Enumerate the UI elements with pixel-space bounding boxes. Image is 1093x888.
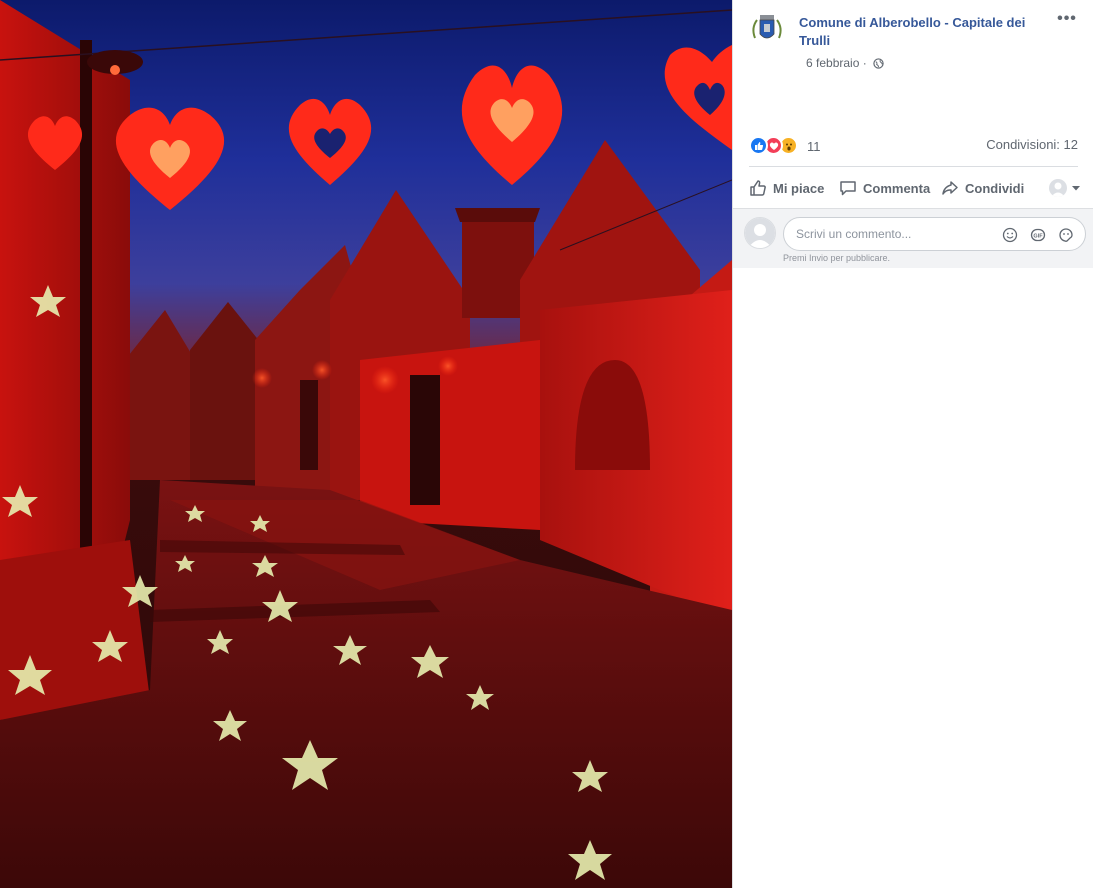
photo-illustration [0, 0, 732, 888]
comment-input[interactable] [796, 218, 996, 250]
post-photo[interactable] [0, 0, 732, 888]
like-icon [750, 180, 766, 196]
separator-dot: · [862, 56, 871, 70]
post-stats: 11 Condivisioni: 12 [749, 134, 1078, 158]
post-actions: Mi piace Commenta Condividi [747, 172, 1082, 204]
share-button-label: Condividi [965, 180, 1025, 196]
svg-text:GIF: GIF [1033, 234, 1043, 240]
sticker-icon[interactable] [1057, 226, 1075, 244]
comment-composer: GIF Premi Invio per pubblicare. [733, 208, 1093, 268]
page-avatar[interactable] [747, 10, 787, 50]
gif-icon[interactable]: GIF [1029, 226, 1047, 244]
comment-icon [840, 181, 856, 196]
post-date[interactable]: 6 febbraio [806, 56, 859, 70]
comment-hint: Premi Invio per pubblicare. [783, 253, 891, 263]
globe-icon[interactable] [873, 58, 884, 72]
chevron-down-icon [1072, 186, 1080, 191]
like-button[interactable]: Mi piace [749, 172, 824, 204]
share-button[interactable]: Condividi [941, 172, 1024, 204]
comment-button[interactable]: Commenta [839, 172, 930, 204]
like-reaction-icon [749, 136, 768, 155]
like-button-label: Mi piace [773, 180, 825, 196]
user-avatar-icon [745, 218, 775, 248]
user-avatar-icon [1049, 179, 1067, 197]
comment-tools: GIF [1001, 226, 1075, 244]
post-side-panel: Comune di Alberobello - Capitale dei Tru… [732, 0, 1093, 888]
share-as-selector[interactable] [1049, 179, 1082, 197]
divider [749, 166, 1078, 167]
more-options-button[interactable]: ••• [1056, 11, 1078, 30]
page-name-link[interactable]: Comune di Alberobello - Capitale dei Tru… [799, 14, 1054, 50]
share-icon [942, 181, 958, 195]
comment-button-label: Commenta [863, 180, 931, 196]
coat-of-arms-icon [752, 15, 782, 39]
commenter-avatar [744, 217, 776, 249]
shares-count[interactable]: Condivisioni: 12 [986, 138, 1078, 152]
post-meta: 6 febbraio · [806, 56, 884, 72]
post-header: Comune di Alberobello - Capitale dei Tru… [747, 10, 1082, 70]
comment-box: GIF [783, 217, 1086, 251]
emoji-icon[interactable] [1001, 226, 1019, 244]
reaction-count[interactable]: 11 [807, 140, 821, 154]
